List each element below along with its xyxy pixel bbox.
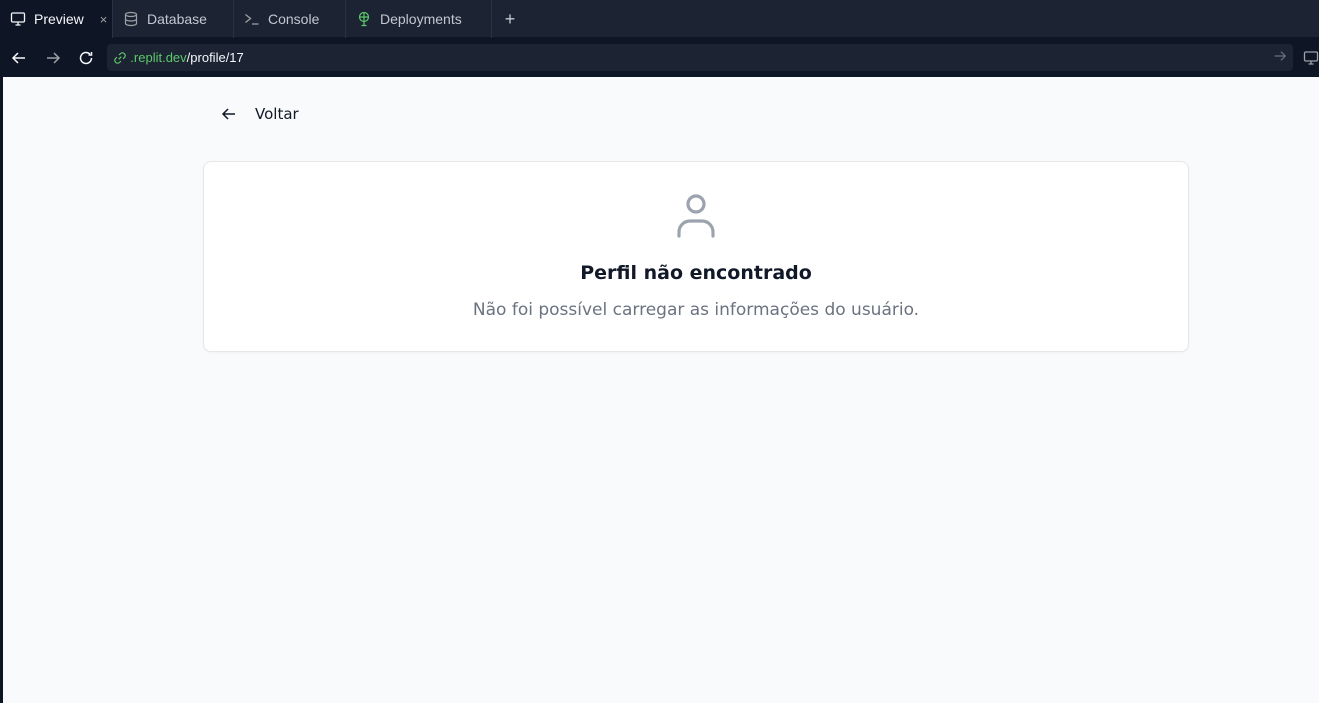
terminal-icon [244,11,260,27]
forward-button[interactable] [38,43,68,73]
devtools-button[interactable] [1303,50,1319,66]
url-host: .replit.dev [130,50,187,65]
monitor-icon [10,11,26,27]
url-field[interactable]: .replit.dev/profile/17 [107,44,1293,71]
close-tab-icon[interactable]: × [100,12,108,27]
error-message: Não foi possível carregar as informações… [472,300,920,320]
page-title: Perfil não encontrado [580,262,812,284]
tab-label: Preview [34,11,84,27]
profile-not-found-card: Perfil não encontrado Não foi possível c… [203,161,1189,352]
tab-console[interactable]: Console [234,0,346,38]
arrow-right-icon [1274,51,1287,61]
monitor-icon [1303,50,1319,65]
tab-label: Database [147,11,207,27]
go-button[interactable] [1273,49,1287,66]
tab-label: Deployments [380,11,462,27]
tab-label: Console [268,11,320,27]
back-label: Voltar [255,105,299,123]
add-tab-button[interactable]: + [492,0,528,38]
user-icon [677,194,715,238]
arrow-left-icon [221,108,235,120]
workspace-tab-bar: Preview × Database Console Deployments + [0,0,1319,38]
back-button[interactable] [4,43,34,73]
link-icon [114,51,127,64]
back-link[interactable]: Voltar [215,101,305,127]
deployments-icon [356,11,372,27]
database-icon [123,11,139,27]
tab-database[interactable]: Database [113,0,234,38]
tab-preview[interactable]: Preview × [0,0,113,38]
preview-page: Voltar Perfil não encontrado Não foi pos… [3,77,1319,703]
address-bar: .replit.dev/profile/17 [0,38,1319,77]
tab-deployments[interactable]: Deployments [346,0,492,38]
arrow-left-icon [11,51,25,64]
reload-icon [80,51,93,64]
reload-button[interactable] [72,43,102,73]
url-path: /profile/17 [186,50,244,65]
arrow-right-icon [46,51,60,64]
